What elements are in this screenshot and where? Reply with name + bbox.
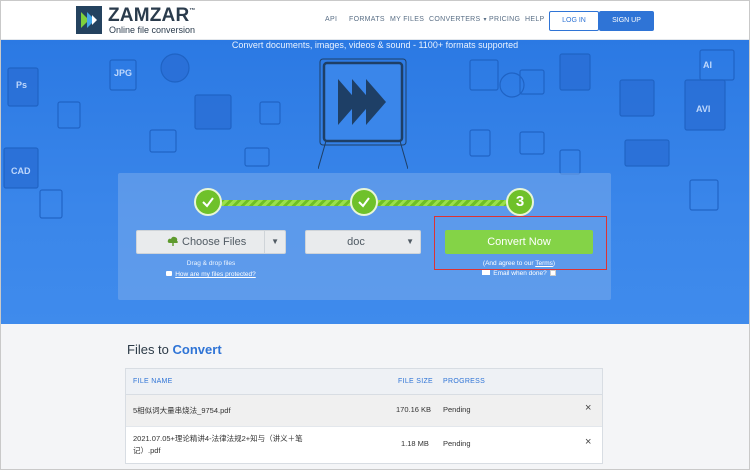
decor-ps: Ps bbox=[16, 80, 27, 90]
email-when-done: Email when done? bbox=[445, 270, 593, 277]
envelope-icon bbox=[482, 270, 491, 275]
file-name: 2021.07.05+理论精讲4-法律法规2+知与（讲义＋笔 bbox=[133, 434, 303, 443]
drag-drop-hint: Drag & drop files bbox=[186, 260, 236, 267]
nav-my-files[interactable]: MY FILES bbox=[390, 16, 424, 23]
file-name-continued: 记）.pdf bbox=[133, 446, 161, 455]
column-file-name: FILE NAME bbox=[133, 378, 173, 385]
file-size: 1.18 MB bbox=[401, 439, 429, 448]
table-row: 2021.07.05+理论精讲4-法律法规2+知与（讲义＋笔 记）.pdf 1.… bbox=[126, 427, 602, 463]
decor-ai: AI bbox=[703, 60, 712, 70]
choose-files-button-group: Choose Files ▼ bbox=[136, 230, 286, 254]
nav-formats[interactable]: FORMATS bbox=[349, 16, 385, 23]
choose-files-button[interactable]: Choose Files bbox=[137, 231, 265, 253]
decor-jpg: JPG bbox=[114, 68, 132, 78]
choose-files-label: Choose Files bbox=[182, 236, 247, 248]
column-file-size: FILE SIZE bbox=[398, 378, 433, 385]
file-progress: Pending bbox=[443, 439, 471, 448]
files-table: FILE NAME FILE SIZE PROGRESS 5相似词大量串烧法_9… bbox=[125, 368, 603, 464]
caret-down-icon: ▼ bbox=[406, 237, 414, 246]
table-row: 5相似词大量串烧法_9754.pdf 170.16 KB Pending × bbox=[126, 395, 602, 427]
login-button[interactable]: LOG IN bbox=[549, 11, 599, 31]
hero-tagline: Convert documents, images, videos & soun… bbox=[231, 40, 519, 50]
file-progress: Pending bbox=[443, 405, 471, 414]
nav-pricing[interactable]: PRICING bbox=[489, 16, 520, 23]
column-progress: PROGRESS bbox=[443, 378, 486, 385]
hero-section: Ps CAD AVI AI JPG Convert documents, ima… bbox=[0, 40, 750, 324]
checkmark-icon bbox=[202, 197, 214, 208]
file-size: 170.16 KB bbox=[396, 405, 432, 414]
files-to-convert-heading: Files to Convert bbox=[127, 342, 222, 357]
files-table-header: FILE NAME FILE SIZE PROGRESS bbox=[126, 369, 602, 395]
close-icon[interactable]: × bbox=[585, 402, 591, 414]
decor-cad: CAD bbox=[11, 166, 31, 176]
checkmark-icon bbox=[358, 197, 370, 208]
caret-down-icon: ▾ bbox=[483, 17, 487, 23]
format-select[interactable]: doc ▼ bbox=[305, 230, 421, 254]
step-3-current: 3 bbox=[506, 188, 534, 216]
format-select-value: doc bbox=[347, 236, 365, 248]
email-checkbox[interactable] bbox=[549, 270, 556, 277]
top-navbar: ZAMZAR™ Online file conversion API FORMA… bbox=[0, 0, 750, 40]
step-progress: 3 bbox=[194, 187, 534, 217]
close-icon[interactable]: × bbox=[585, 436, 591, 448]
step-1-complete bbox=[194, 188, 222, 216]
caret-down-icon[interactable]: ▼ bbox=[271, 237, 279, 246]
step-2-complete bbox=[350, 188, 378, 216]
nav-api[interactable]: API bbox=[325, 16, 337, 23]
lock-icon bbox=[166, 271, 173, 276]
nav-help[interactable]: HELP bbox=[525, 16, 545, 23]
signup-button[interactable]: SIGN UP bbox=[599, 11, 654, 31]
file-name: 5相似词大量串烧法_9754.pdf bbox=[133, 406, 231, 415]
step-3-number: 3 bbox=[515, 193, 525, 210]
decor-avi: AVI bbox=[696, 104, 710, 114]
nav-converters[interactable]: CONVERTERS ▾ bbox=[429, 16, 487, 23]
convert-highlight-box bbox=[434, 216, 607, 270]
hero-zamzar-logo-icon bbox=[318, 58, 408, 169]
files-protected-link[interactable]: How are my files protected? bbox=[136, 271, 286, 278]
cloud-upload-icon bbox=[167, 236, 178, 246]
